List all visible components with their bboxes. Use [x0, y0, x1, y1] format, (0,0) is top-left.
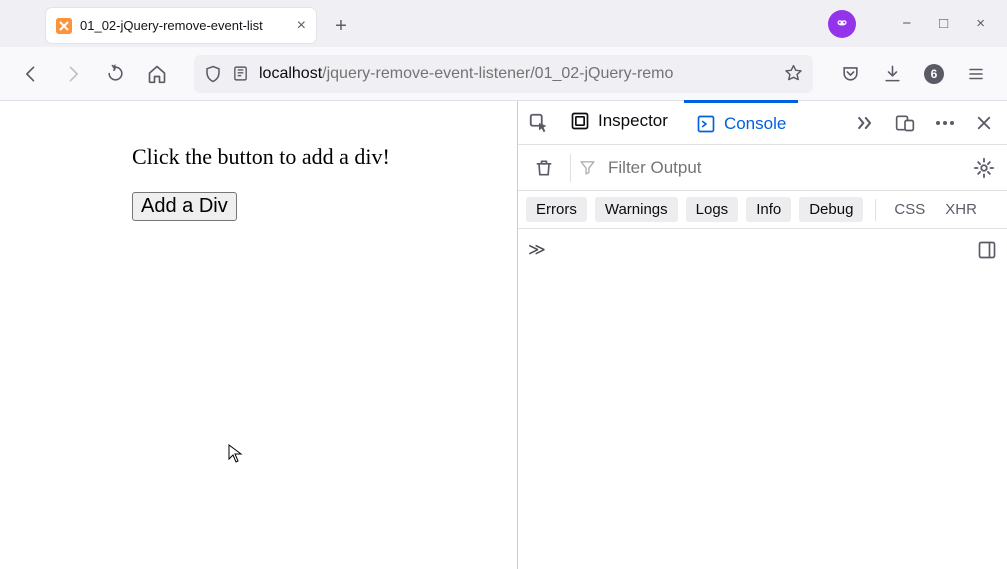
divider [570, 154, 571, 182]
console-prompt-icon: ≫ [528, 240, 546, 260]
divider [875, 199, 876, 221]
devtools-close-icon[interactable] [967, 114, 1001, 132]
reload-button[interactable] [98, 57, 132, 91]
url-text: localhost/jquery-remove-event-listener/0… [259, 65, 774, 83]
console-icon [696, 114, 716, 134]
devtools-menu-icon[interactable] [927, 120, 963, 126]
instruction-text: Click the button to add a div! [132, 143, 392, 172]
extension-badge-icon[interactable] [828, 10, 856, 38]
page-info-icon[interactable] [232, 65, 249, 82]
plus-icon: + [335, 15, 347, 38]
nav-toolbar: localhost/jquery-remove-event-listener/0… [0, 47, 1007, 101]
home-button[interactable] [140, 57, 174, 91]
filter-funnel-icon [579, 159, 596, 176]
window-close-icon[interactable]: × [976, 15, 985, 32]
downloads-icon[interactable] [875, 57, 909, 91]
browser-tab[interactable]: 01_02-jQuery-remove-event-list × [46, 8, 316, 43]
console-settings-icon[interactable] [969, 157, 999, 179]
bookmark-star-icon[interactable] [784, 64, 803, 83]
new-tab-button[interactable]: + [326, 11, 356, 41]
console-input-row[interactable]: ≫ [518, 229, 1007, 271]
console-filter-bar [518, 145, 1007, 191]
window-minimize-icon[interactable]: − [902, 15, 911, 32]
element-picker-icon[interactable] [524, 112, 554, 134]
webpage-viewport: Click the button to add a div! Add a Div [0, 101, 517, 569]
window-maximize-icon[interactable]: □ [939, 15, 948, 32]
toggle-xhr[interactable]: XHR [939, 199, 983, 220]
back-button[interactable] [14, 57, 48, 91]
clear-console-icon[interactable] [526, 158, 562, 178]
pocket-icon[interactable] [833, 57, 867, 91]
level-errors[interactable]: Errors [526, 197, 587, 222]
tracking-shield-icon[interactable] [204, 65, 222, 83]
level-debug[interactable]: Debug [799, 197, 863, 222]
count-badge: 6 [924, 64, 944, 84]
tab-console-label: Console [724, 114, 786, 134]
xampp-favicon [56, 18, 72, 34]
tab-inspector[interactable]: Inspector [558, 101, 680, 145]
content-area: Click the button to add a div! Add a Div… [0, 101, 1007, 569]
overflow-tabs-icon[interactable] [847, 113, 883, 133]
inspector-icon [570, 111, 590, 131]
level-warnings[interactable]: Warnings [595, 197, 678, 222]
filter-input[interactable] [604, 154, 961, 182]
split-console-icon[interactable] [977, 240, 997, 260]
toggle-css[interactable]: CSS [888, 199, 931, 220]
devtools-tabbar: Inspector Console [518, 101, 1007, 145]
window-controls: − □ × [828, 0, 1007, 47]
level-info[interactable]: Info [746, 197, 791, 222]
devtools-panel: Inspector Console [517, 101, 1007, 569]
tab-title: 01_02-jQuery-remove-event-list [80, 18, 291, 33]
tab-close-icon[interactable]: × [297, 18, 306, 34]
url-host: localhost [259, 65, 322, 82]
mouse-cursor-icon [228, 444, 244, 464]
tab-strip: 01_02-jQuery-remove-event-list × + − □ × [0, 0, 1007, 47]
url-path: /jquery-remove-event-listener/01_02-jQue… [322, 65, 673, 82]
app-menu-icon[interactable] [959, 57, 993, 91]
library-count-badge[interactable]: 6 [917, 57, 951, 91]
tab-inspector-label: Inspector [598, 111, 668, 131]
forward-button[interactable] [56, 57, 90, 91]
address-bar[interactable]: localhost/jquery-remove-event-listener/0… [194, 55, 813, 93]
tab-console[interactable]: Console [684, 100, 798, 144]
add-div-button[interactable]: Add a Div [132, 192, 237, 221]
level-logs[interactable]: Logs [686, 197, 739, 222]
responsive-mode-icon[interactable] [887, 113, 923, 133]
console-level-bar: Errors Warnings Logs Info Debug CSS XHR [518, 191, 1007, 229]
